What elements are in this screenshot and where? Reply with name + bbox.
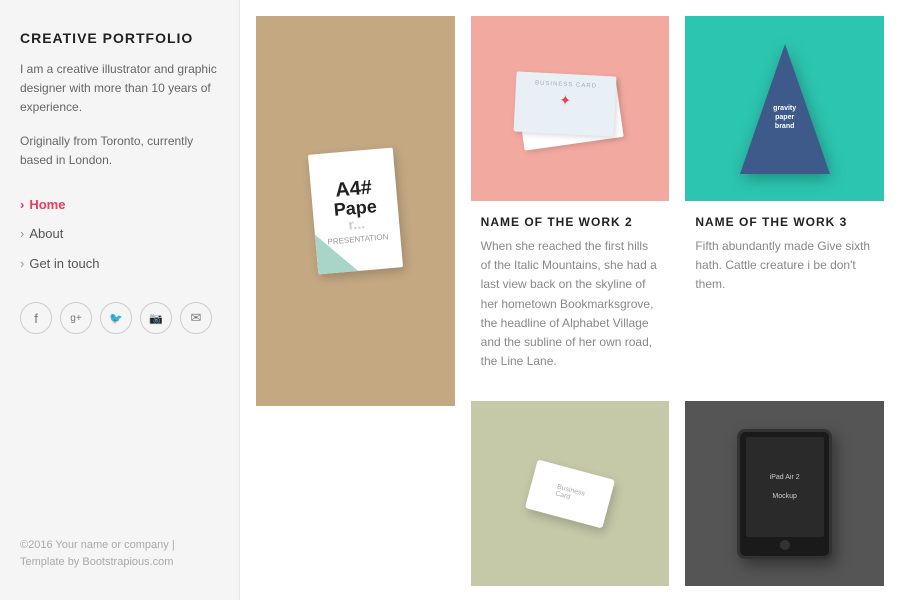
- pink-image: BUSINESS CARD ✦: [471, 16, 670, 201]
- card-title-2: NAME OF THE WORK 2: [481, 215, 660, 229]
- triangle-container: gravitypaperbrand: [740, 44, 830, 174]
- biz-card-logo: ✦: [515, 89, 616, 111]
- card-body-2: NAME OF THE WORK 2 When she reached the …: [471, 201, 670, 385]
- biz-card-front: BUSINESS CARD ✦: [513, 71, 616, 136]
- ipad-screen: iPad Air 2Mockup: [746, 437, 824, 537]
- triangle-package: gravitypaperbrand: [740, 44, 830, 174]
- nav-contact[interactable]: Get in touch: [20, 249, 219, 278]
- main-content: A4# Pape r... PRESENTATION BUSINESS CARD: [240, 0, 900, 600]
- portfolio-card-5[interactable]: iPad Air 2Mockup: [685, 401, 884, 586]
- float-card: BusinessCard: [525, 459, 615, 528]
- olive-image: BusinessCard: [471, 401, 670, 586]
- card-body-3: NAME OF THE WORK 3 Fifth abundantly made…: [685, 201, 884, 309]
- biz-card-stack: BUSINESS CARD ✦: [515, 74, 625, 144]
- card-text-2: When she reached the first hills of the …: [481, 237, 660, 371]
- nav-home[interactable]: Home: [20, 190, 219, 219]
- portfolio-grid: A4# Pape r... PRESENTATION BUSINESS CARD: [256, 16, 884, 600]
- portfolio-card-1[interactable]: A4# Pape r... PRESENTATION: [256, 16, 455, 586]
- instagram-icon[interactable]: 📷: [140, 302, 172, 334]
- paper-image: A4# Pape r... PRESENTATION: [256, 16, 455, 406]
- portfolio-card-4[interactable]: BusinessCard: [471, 401, 670, 586]
- email-icon[interactable]: ✉: [180, 302, 212, 334]
- facebook-icon[interactable]: f: [20, 302, 52, 334]
- paper-text-presentation: PRESENTATION: [327, 232, 389, 246]
- biz-card-label: BUSINESS CARD: [516, 71, 617, 90]
- location-text: Originally from Toronto, currently based…: [20, 132, 219, 170]
- twitter-icon[interactable]: 🐦: [100, 302, 132, 334]
- dark-image: iPad Air 2Mockup: [685, 401, 884, 586]
- paper-text-large3: r...: [348, 216, 366, 231]
- portfolio-card-2[interactable]: BUSINESS CARD ✦ NAME OF THE WORK 2 When …: [471, 16, 670, 385]
- sidebar: CREATIVE PORTFOLIO I am a creative illus…: [0, 0, 240, 600]
- social-icons: f g+ 🐦 📷 ✉: [20, 302, 219, 334]
- teal-image: gravitypaperbrand: [685, 16, 884, 201]
- bio-text: I am a creative illustrator and graphic …: [20, 60, 219, 118]
- ipad-mockup: iPad Air 2Mockup: [737, 429, 832, 559]
- paper-mockup: A4# Pape r... PRESENTATION: [308, 148, 403, 275]
- google-plus-icon[interactable]: g+: [60, 302, 92, 334]
- ipad-home-button: [780, 540, 790, 550]
- portfolio-card-3[interactable]: gravitypaperbrand NAME OF THE WORK 3 Fif…: [685, 16, 884, 385]
- float-card-text: BusinessCard: [554, 483, 585, 504]
- ipad-label: iPad Air 2Mockup: [770, 473, 800, 502]
- footer-text: ©2016 Your name or company | Template by…: [20, 537, 219, 570]
- main-nav: Home About Get in touch: [20, 190, 219, 278]
- nav-about[interactable]: About: [20, 219, 219, 248]
- triangle-text: gravitypaperbrand: [755, 104, 815, 131]
- card-title-3: NAME OF THE WORK 3: [695, 215, 874, 229]
- card-text-3: Fifth abundantly made Give sixth hath. C…: [695, 237, 874, 295]
- site-title: CREATIVE PORTFOLIO: [20, 30, 219, 46]
